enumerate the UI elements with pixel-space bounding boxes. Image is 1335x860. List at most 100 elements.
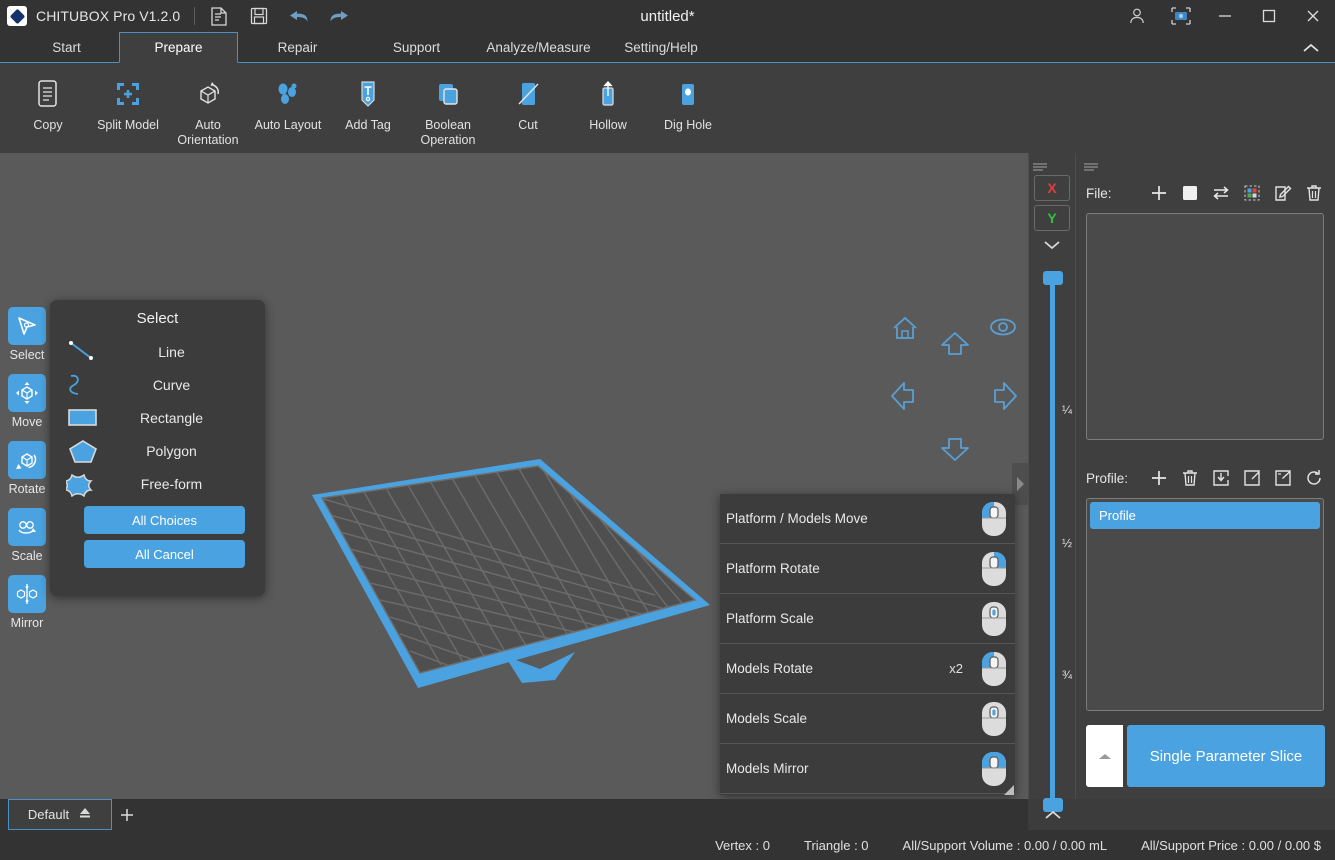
- chevron-down-icon[interactable]: [1029, 235, 1075, 255]
- tool-move[interactable]: Move: [5, 374, 49, 429]
- select-option-line[interactable]: Line: [62, 335, 253, 368]
- delete-profile-icon[interactable]: [1179, 467, 1201, 489]
- select-option-free-form[interactable]: Free-form: [62, 467, 253, 500]
- add-profile-icon[interactable]: [1148, 467, 1170, 489]
- redo-icon[interactable]: [328, 5, 350, 27]
- mouse-hint-row[interactable]: Models Mirror: [720, 744, 1015, 794]
- panel-resize-grip[interactable]: [1003, 783, 1015, 795]
- column-grip-icon[interactable]: [1033, 159, 1049, 168]
- select-option-label: Line: [104, 344, 253, 360]
- profile-list[interactable]: Profile: [1086, 498, 1324, 711]
- mouse-hint-row[interactable]: Platform Scale: [720, 594, 1015, 644]
- select-option-rectangle[interactable]: Rectangle: [62, 401, 253, 434]
- panel-grip-icon[interactable]: [1084, 159, 1100, 177]
- eject-icon[interactable]: [78, 807, 92, 822]
- import-profile-icon[interactable]: [1210, 467, 1232, 489]
- boolean-operation-button[interactable]: Boolean Operation: [408, 72, 488, 148]
- swap-icon[interactable]: [1210, 182, 1232, 204]
- slider-fraction: ½: [1062, 536, 1072, 550]
- scale-icon: [8, 508, 46, 546]
- minimize-icon[interactable]: [1203, 0, 1247, 32]
- select-all-icon[interactable]: [1179, 182, 1201, 204]
- delete-icon[interactable]: [1303, 182, 1325, 204]
- mirror-icon: [8, 575, 46, 613]
- tool-rotate[interactable]: Rotate: [5, 441, 49, 496]
- file-list[interactable]: [1086, 213, 1324, 440]
- mouse-hint-label: Platform Scale: [726, 611, 963, 626]
- mouse-hint-row[interactable]: Platform / Models Move: [720, 494, 1015, 544]
- tool-scale[interactable]: Scale: [5, 508, 49, 563]
- arrow-right-icon[interactable]: [990, 378, 1020, 419]
- auto-orientation-icon: [191, 74, 225, 114]
- ribbon-label: Add Tag: [345, 118, 391, 133]
- add-tab-icon[interactable]: [112, 799, 142, 830]
- axis-x-button[interactable]: X: [1034, 175, 1070, 201]
- chevron-up-icon[interactable]: [1029, 805, 1076, 825]
- tab-start[interactable]: Start: [14, 32, 119, 62]
- new-file-icon[interactable]: [208, 5, 230, 27]
- user-account-icon[interactable]: [1115, 0, 1159, 32]
- slice-options-dropdown[interactable]: [1086, 725, 1123, 787]
- tool-mirror[interactable]: Mirror: [5, 575, 49, 630]
- slice-action-bar: Single Parameter Slice: [1086, 725, 1325, 787]
- ribbon-label: Cut: [518, 118, 537, 133]
- tab-repair[interactable]: Repair: [238, 32, 357, 62]
- tool-select[interactable]: Select: [5, 307, 49, 362]
- tab-label: Repair: [278, 40, 318, 55]
- tab-support[interactable]: Support: [357, 32, 476, 62]
- tab-prepare[interactable]: Prepare: [119, 32, 238, 63]
- all-choices-button[interactable]: All Choices: [84, 506, 245, 534]
- maximize-icon[interactable]: [1247, 0, 1291, 32]
- line-icon: [62, 339, 104, 365]
- refresh-profile-icon[interactable]: [1303, 467, 1325, 489]
- arrow-left-icon[interactable]: [888, 378, 918, 419]
- tab-setting-help[interactable]: Setting/Help: [601, 32, 721, 62]
- single-parameter-slice-button[interactable]: Single Parameter Slice: [1127, 725, 1325, 787]
- select-popup: Select Line Curve Rectangle Polygon: [50, 300, 265, 596]
- add-tag-button[interactable]: Add Tag: [328, 72, 408, 133]
- cut-button[interactable]: Cut: [488, 72, 568, 133]
- select-option-polygon[interactable]: Polygon: [62, 434, 253, 467]
- profile-list-item[interactable]: Profile: [1090, 502, 1320, 529]
- dig-hole-button[interactable]: Dig Hole: [648, 72, 728, 133]
- color-grid-icon[interactable]: [1241, 182, 1263, 204]
- rectangle-icon: [62, 405, 104, 431]
- auto-layout-button[interactable]: Auto Layout: [248, 72, 328, 133]
- close-icon[interactable]: [1291, 0, 1335, 32]
- auto-orientation-button[interactable]: Auto Orientation: [168, 72, 248, 148]
- workspace-tab-default[interactable]: Default: [8, 799, 112, 830]
- title-divider: [194, 7, 195, 25]
- slider-fraction-labels: ¼ ½ ¾: [1029, 278, 1076, 810]
- undo-icon[interactable]: [288, 5, 310, 27]
- mouse-hint-row[interactable]: Models Rotate x2: [720, 644, 1015, 694]
- select-option-curve[interactable]: Curve: [62, 368, 253, 401]
- mouse-hint-row[interactable]: Models Scale: [720, 694, 1015, 744]
- screenshot-icon[interactable]: [1159, 0, 1203, 32]
- home-view-icon[interactable]: [890, 314, 920, 347]
- mouse-left-button-icon: [973, 500, 1015, 538]
- eye-visibility-icon[interactable]: [988, 316, 1018, 343]
- ribbon-collapse-icon[interactable]: [1295, 32, 1327, 63]
- tab-analyze-measure[interactable]: Analyze/Measure: [476, 32, 601, 62]
- arrow-up-icon[interactable]: [937, 329, 973, 364]
- copy-button[interactable]: Copy: [8, 72, 88, 133]
- mouse-hint-row[interactable]: Platform Rotate: [720, 544, 1015, 594]
- all-cancel-button[interactable]: All Cancel: [84, 540, 245, 568]
- copy-profile-icon[interactable]: [1272, 467, 1294, 489]
- ribbon-label: Auto Layout: [255, 118, 322, 133]
- axis-y-button[interactable]: Y: [1034, 205, 1070, 231]
- volume-info: All/Support Volume : 0.00 / 0.00 mL: [903, 838, 1108, 853]
- app-name: CHITUBOX Pro V1.2.0: [36, 8, 180, 24]
- tool-label: Select: [10, 348, 45, 362]
- slider-fraction: ¼: [1062, 403, 1072, 417]
- split-model-button[interactable]: Split Model: [88, 72, 168, 133]
- save-icon[interactable]: [248, 5, 270, 27]
- hollow-button[interactable]: Hollow: [568, 72, 648, 133]
- tab-label: Prepare: [154, 40, 202, 55]
- edit-icon[interactable]: [1272, 182, 1294, 204]
- arrow-down-icon[interactable]: [937, 434, 973, 469]
- add-file-icon[interactable]: [1148, 182, 1170, 204]
- ribbon-toolbar: Copy Split Model Auto Ori: [0, 63, 1335, 153]
- export-profile-icon[interactable]: [1241, 467, 1263, 489]
- build-plate[interactable]: [300, 443, 740, 703]
